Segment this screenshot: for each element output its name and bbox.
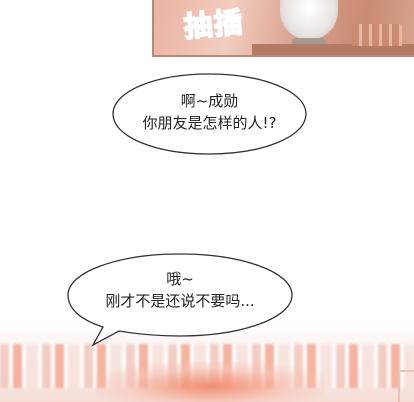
speech-bubble-2-text: 哦~ 刚才不是还说不要吗... bbox=[67, 268, 293, 312]
speech-bubble-1-text: 啊~成勋 你朋友是怎样的人!? bbox=[112, 90, 307, 134]
dialogue-line: 哦~ bbox=[166, 270, 194, 288]
panel-corner bbox=[398, 370, 414, 402]
panel-frame bbox=[152, 0, 414, 57]
speech-bubble-1: 啊~成勋 你朋友是怎样的人!? bbox=[112, 73, 307, 155]
speech-bubble-2: 哦~ 刚才不是还说不要吗... bbox=[67, 253, 293, 347]
dialogue-line: 啊~成勋 bbox=[180, 92, 239, 110]
dialogue-line: 刚才不是还说不要吗... bbox=[105, 292, 255, 310]
top-comic-panel: 抽插 bbox=[152, 0, 414, 57]
dialogue-line: 你朋友是怎样的人!? bbox=[142, 114, 277, 132]
blurred-panel-glow bbox=[95, 362, 325, 402]
